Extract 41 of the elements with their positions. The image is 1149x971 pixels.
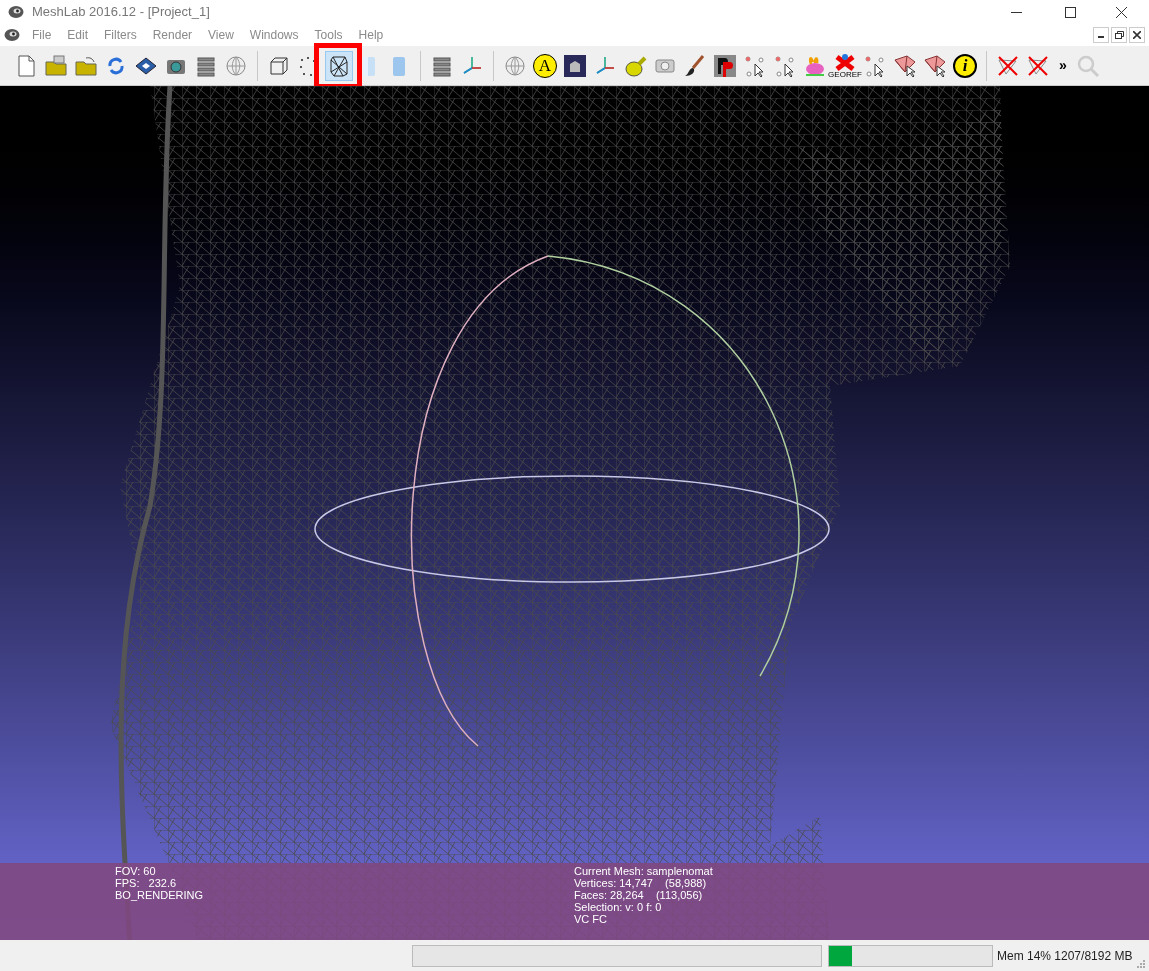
close-button[interactable] (1129, 27, 1145, 43)
delete-vertices-icon (1026, 53, 1050, 78)
close-icon (1133, 31, 1141, 39)
delete-vertices-icon (996, 53, 1020, 78)
face-select-icon (923, 53, 947, 78)
restore-icon (1114, 31, 1124, 39)
globe-icon (503, 53, 527, 78)
overflow-button[interactable]: » (1054, 50, 1072, 81)
minimize-button[interactable] (1093, 27, 1109, 43)
resize-grip-icon[interactable] (1136, 959, 1145, 968)
render-stat: FPS: 232.6 (115, 877, 178, 889)
pp-logo-icon (713, 53, 737, 78)
maximize-icon (1064, 6, 1076, 18)
app-logo-icon (8, 5, 24, 19)
paintbrush-icon (683, 53, 707, 78)
wireframe-tool-button[interactable] (325, 50, 353, 81)
minimize-icon (1098, 36, 1104, 38)
3d-viewport[interactable]: FOV: 60 FPS: 232.6 BO_RENDERING Current Mesh: samplenomat Vertices: 14,747 (58,988) Faces: 28,264 (113,056) Selection: v: 0 f: 0 VC FC (0, 86, 1149, 940)
face-select-icon (893, 53, 917, 78)
window-title: MeshLab 2016.12 - [Project_1] (32, 3, 210, 22)
cursor-select-icon (773, 53, 797, 78)
memory-usage: Mem 14% 1207/8192 MB (997, 947, 1133, 965)
building-icon (563, 53, 587, 78)
cursor-select-icon (743, 53, 767, 78)
minimize-icon (1010, 11, 1022, 13)
restore-button[interactable] (1111, 27, 1127, 43)
mesh-info: Vertices: 14,747 (58,988) (574, 877, 708, 889)
folder-icon (44, 53, 68, 78)
wireframe-icon (327, 53, 351, 78)
search-icon (1076, 53, 1100, 78)
map-pin-icon (835, 52, 855, 71)
mesh-info: Selection: v: 0 f: 0 (574, 901, 663, 913)
mesh-info: Faces: 28,264 (113,056) (574, 889, 704, 901)
cursor-select-icon (863, 53, 887, 78)
mesh-info: VC FC (574, 913, 608, 925)
globe-icon (224, 53, 248, 78)
render-stat: FOV: 60 (115, 865, 157, 877)
render-stat: BO_RENDERING (115, 889, 205, 901)
app-logo-icon (4, 28, 20, 42)
mesh-info: Current Mesh: samplenomat (574, 865, 713, 877)
close-icon (1115, 6, 1127, 18)
